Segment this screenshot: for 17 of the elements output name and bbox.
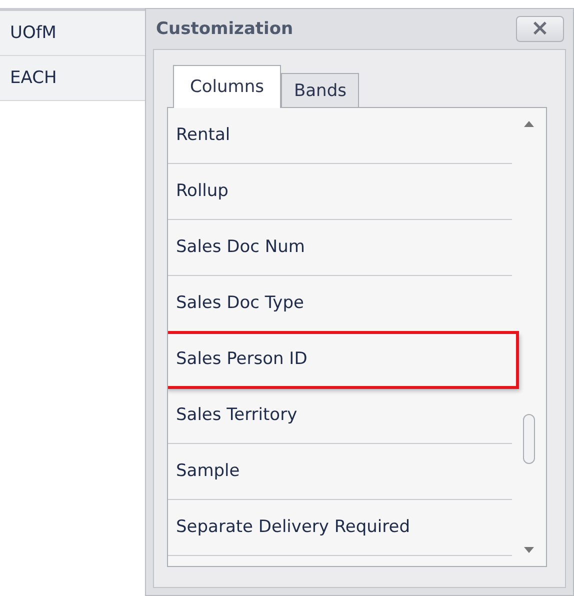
list-item[interactable]: Sales Person ID [168,332,518,388]
scroll-up-icon[interactable] [523,120,535,128]
panel-title: Customization [155,19,294,39]
list-item[interactable]: Rental [168,108,512,164]
tab[interactable]: Bands [280,73,360,108]
table-cell: EACH [0,56,145,101]
tab[interactable]: Columns [173,65,281,108]
list-item[interactable]: Sales Doc Num [168,220,512,276]
list-item[interactable]: Sales Doc Type [168,276,512,332]
list-item[interactable]: Separate Delivery Required [168,500,512,556]
list-item[interactable]: Sales Territory [168,388,512,444]
column-header[interactable]: UOfM [0,8,145,56]
close-button[interactable]: × [516,16,564,42]
list-item[interactable]: Rollup [168,164,512,220]
scroll-thumb[interactable] [523,414,535,464]
scroll-down-icon[interactable] [523,546,535,554]
list-item[interactable]: Sample [168,444,512,500]
